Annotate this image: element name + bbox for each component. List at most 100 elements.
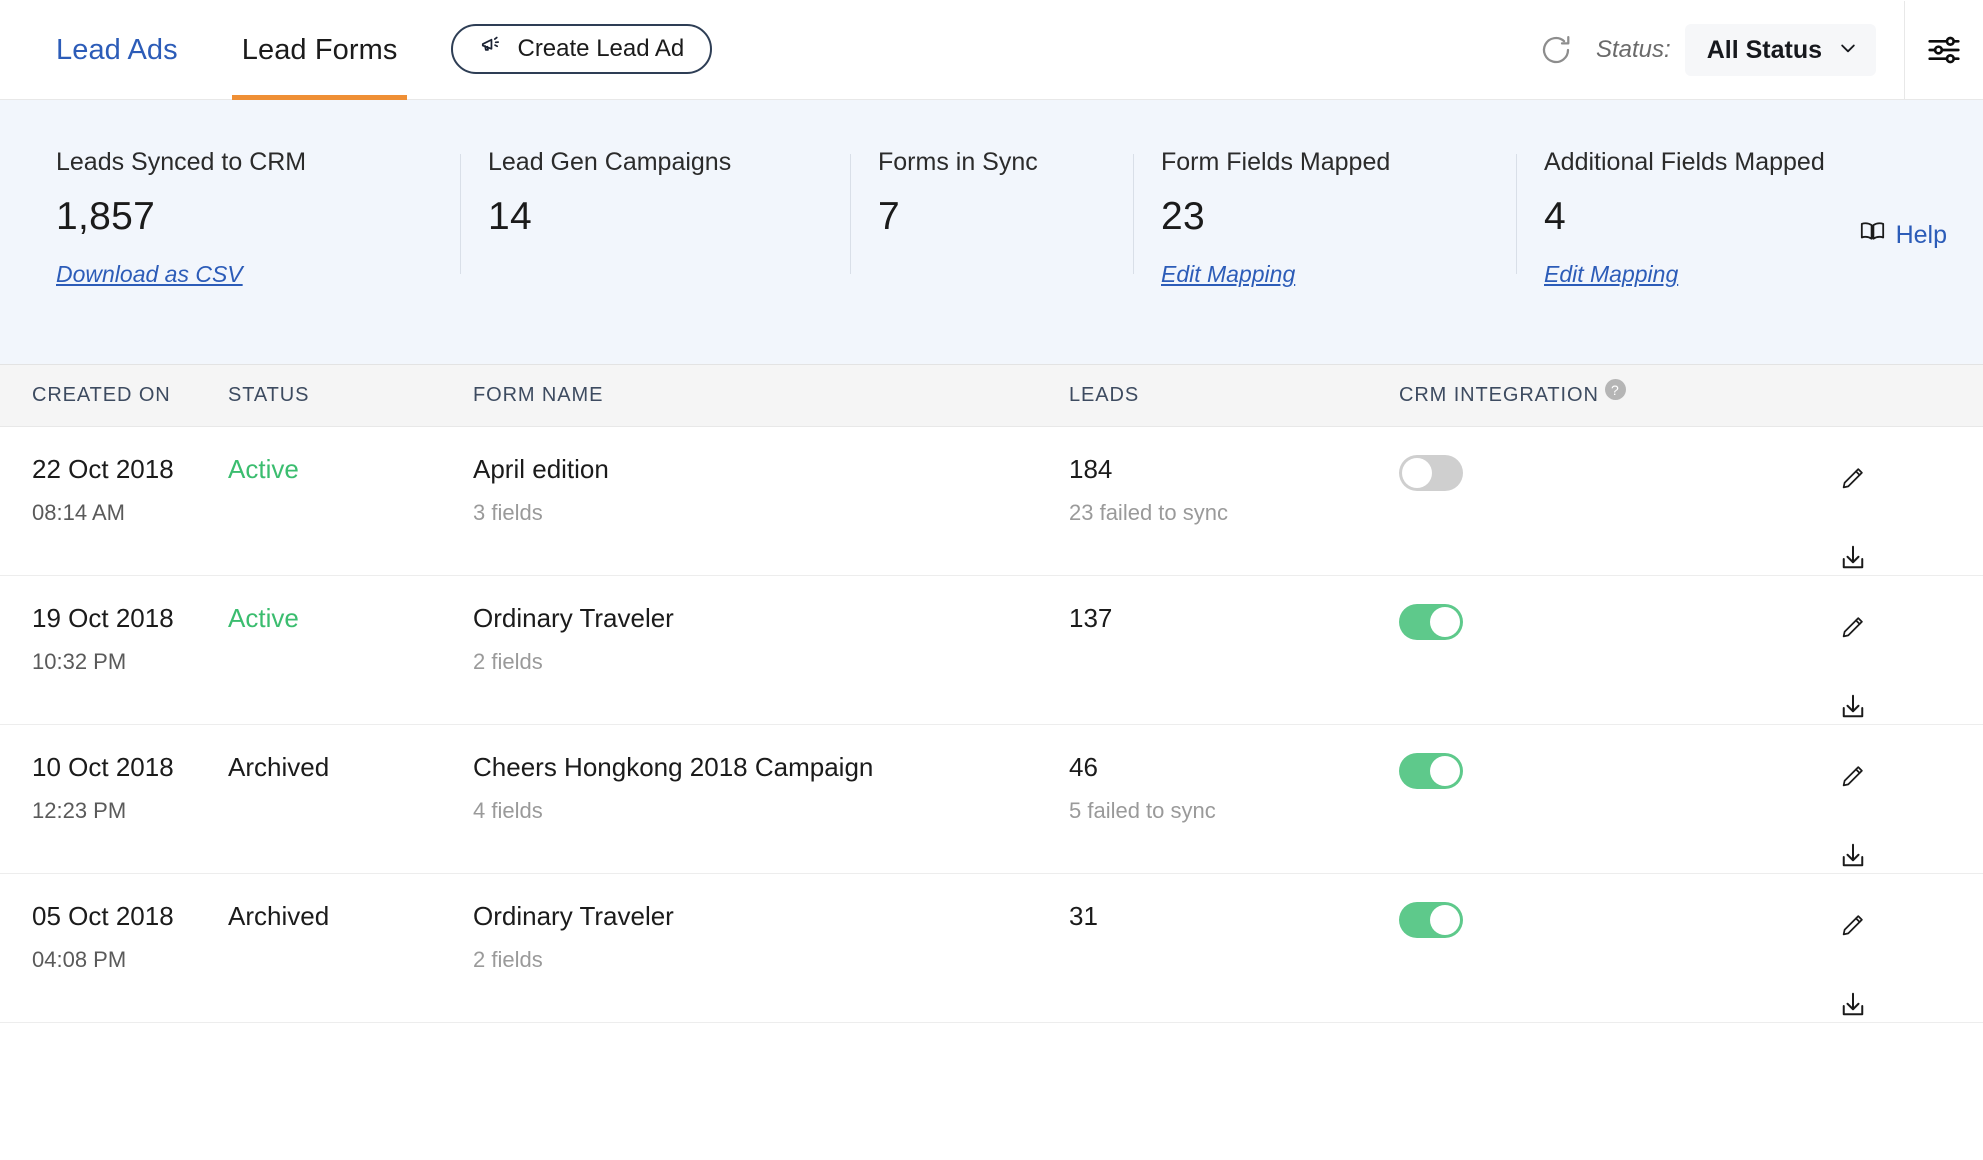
column-header-created-on[interactable]: CREATED ON bbox=[0, 384, 228, 407]
status-filter-dropdown[interactable]: All Status bbox=[1684, 24, 1876, 76]
column-header-crm-integration[interactable]: CRM INTEGRATION ? bbox=[1399, 379, 1723, 412]
download-icon[interactable] bbox=[1836, 541, 1870, 575]
help-label: Help bbox=[1895, 220, 1947, 249]
chevron-down-icon bbox=[1838, 36, 1858, 65]
cell-actions bbox=[1723, 902, 1983, 1022]
tab-lead-ads-label: Lead Ads bbox=[56, 33, 178, 66]
leads-count: 184 bbox=[1069, 454, 1113, 484]
form-name[interactable]: Ordinary Traveler bbox=[473, 604, 1069, 633]
status-badge: Archived bbox=[228, 901, 330, 931]
row-date: 19 Oct 2018 bbox=[32, 603, 174, 633]
table-row[interactable]: 10 Oct 2018 12:23 PM Archived Cheers Hon… bbox=[0, 725, 1983, 874]
crm-integration-toggle[interactable] bbox=[1399, 455, 1463, 491]
table-header-row: CREATED ON STATUS FORM NAME LEADS CRM IN… bbox=[0, 365, 1983, 427]
cell-form-name: Ordinary Traveler 2 fields bbox=[473, 902, 1069, 973]
pencil-icon[interactable] bbox=[1836, 908, 1870, 942]
refresh-icon[interactable] bbox=[1534, 28, 1578, 72]
cell-leads: 46 5 failed to sync bbox=[1069, 753, 1399, 824]
toggle-knob bbox=[1402, 458, 1432, 488]
tab-lead-forms-label: Lead Forms bbox=[241, 33, 398, 66]
tab-lead-forms[interactable]: Lead Forms bbox=[210, 0, 430, 100]
stat-value: 14 bbox=[488, 195, 532, 238]
form-fields-count: 4 fields bbox=[473, 797, 543, 823]
status-badge: Active bbox=[228, 454, 299, 484]
pencil-icon[interactable] bbox=[1836, 461, 1870, 495]
crm-integration-toggle[interactable] bbox=[1399, 753, 1463, 789]
crm-integration-help-icon[interactable]: ? bbox=[1604, 379, 1626, 400]
cell-leads: 137 bbox=[1069, 604, 1399, 649]
cell-crm-integration bbox=[1399, 902, 1723, 938]
column-header-form-name[interactable]: FORM NAME bbox=[473, 384, 1069, 407]
row-date: 10 Oct 2018 bbox=[32, 752, 174, 782]
create-lead-ad-button[interactable]: Create Lead Ad bbox=[451, 24, 713, 74]
table-row[interactable]: 22 Oct 2018 08:14 AM Active April editio… bbox=[0, 427, 1983, 576]
toggle-knob bbox=[1430, 905, 1460, 935]
stat-label: Lead Gen Campaigns bbox=[488, 148, 732, 176]
status-badge: Archived bbox=[228, 752, 330, 782]
stat-divider bbox=[460, 154, 461, 274]
cell-created-on: 05 Oct 2018 04:08 PM bbox=[0, 902, 228, 973]
download-as-csv-link[interactable]: Download as CSV bbox=[56, 261, 243, 288]
cell-actions bbox=[1723, 455, 1983, 575]
stat-label: Form Fields Mapped bbox=[1161, 148, 1391, 176]
cell-crm-integration bbox=[1399, 753, 1723, 789]
download-icon[interactable] bbox=[1836, 690, 1870, 724]
stat-leads-synced-to-crm: Leads Synced to CRM 1,857 Download as CS… bbox=[56, 148, 460, 288]
cell-status: Archived bbox=[228, 753, 473, 782]
tab-list: Lead Ads Lead Forms bbox=[0, 0, 429, 100]
sliders-icon[interactable] bbox=[1905, 0, 1983, 100]
pencil-icon[interactable] bbox=[1836, 759, 1870, 793]
toggle-knob bbox=[1430, 756, 1460, 786]
cell-created-on: 10 Oct 2018 12:23 PM bbox=[0, 753, 228, 824]
cell-status: Active bbox=[228, 455, 473, 484]
stat-divider bbox=[1133, 154, 1134, 274]
leads-failed-to-sync: 23 failed to sync bbox=[1069, 499, 1228, 525]
stats-row: Leads Synced to CRM 1,857 Download as CS… bbox=[0, 100, 1983, 288]
toggle-knob bbox=[1430, 607, 1460, 637]
stat-divider bbox=[850, 154, 851, 274]
stat-value: 4 bbox=[1544, 195, 1566, 238]
leads-count: 46 bbox=[1069, 752, 1098, 782]
top-bar-right-controls: Status: All Status bbox=[1534, 0, 1983, 100]
cell-leads: 184 23 failed to sync bbox=[1069, 455, 1399, 526]
cell-form-name: April edition 3 fields bbox=[473, 455, 1069, 526]
form-name[interactable]: Cheers Hongkong 2018 Campaign bbox=[473, 753, 1069, 782]
row-time: 10:32 PM bbox=[32, 648, 127, 674]
stat-label: Additional Fields Mapped bbox=[1544, 148, 1825, 176]
cell-form-name: Ordinary Traveler 2 fields bbox=[473, 604, 1069, 675]
leads-count: 137 bbox=[1069, 603, 1113, 633]
stat-forms-in-sync: Forms in Sync 7 bbox=[850, 148, 1133, 288]
status-badge: Active bbox=[228, 603, 299, 633]
stat-additional-fields-mapped: Additional Fields Mapped 4 Edit Mapping bbox=[1516, 148, 1896, 288]
table-body: 22 Oct 2018 08:14 AM Active April editio… bbox=[0, 427, 1983, 1023]
cell-created-on: 19 Oct 2018 10:32 PM bbox=[0, 604, 228, 675]
form-name[interactable]: Ordinary Traveler bbox=[473, 902, 1069, 931]
row-time: 12:23 PM bbox=[32, 797, 127, 823]
stat-lead-gen-campaigns: Lead Gen Campaigns 14 bbox=[460, 148, 850, 288]
stat-label: Leads Synced to CRM bbox=[56, 148, 307, 176]
table-row[interactable]: 05 Oct 2018 04:08 PM Archived Ordinary T… bbox=[0, 874, 1983, 1023]
download-icon[interactable] bbox=[1836, 839, 1870, 873]
form-name[interactable]: April edition bbox=[473, 455, 1069, 484]
column-header-crm-integration-label: CRM INTEGRATION bbox=[1399, 384, 1599, 406]
crm-integration-toggle[interactable] bbox=[1399, 604, 1463, 640]
row-time: 04:08 PM bbox=[32, 946, 127, 972]
tab-lead-ads[interactable]: Lead Ads bbox=[0, 0, 210, 100]
cell-status: Active bbox=[228, 604, 473, 633]
form-fields-count: 2 fields bbox=[473, 648, 543, 674]
cell-actions bbox=[1723, 604, 1983, 724]
lead-forms-page: Lead Ads Lead Forms Create Lead Ad Statu… bbox=[0, 0, 1983, 1160]
pencil-icon[interactable] bbox=[1836, 610, 1870, 644]
crm-integration-toggle[interactable] bbox=[1399, 902, 1463, 938]
cell-crm-integration bbox=[1399, 604, 1723, 640]
cell-status: Archived bbox=[228, 902, 473, 931]
edit-mapping-link-form-fields[interactable]: Edit Mapping bbox=[1161, 261, 1295, 288]
stat-value: 7 bbox=[878, 195, 900, 238]
column-header-status[interactable]: STATUS bbox=[228, 384, 473, 407]
column-header-leads[interactable]: LEADS bbox=[1069, 384, 1399, 407]
download-icon[interactable] bbox=[1836, 988, 1870, 1022]
stat-value: 23 bbox=[1161, 195, 1205, 238]
edit-mapping-link-additional-fields[interactable]: Edit Mapping bbox=[1544, 261, 1678, 288]
table-row[interactable]: 19 Oct 2018 10:32 PM Active Ordinary Tra… bbox=[0, 576, 1983, 725]
leads-failed-to-sync: 5 failed to sync bbox=[1069, 797, 1216, 823]
